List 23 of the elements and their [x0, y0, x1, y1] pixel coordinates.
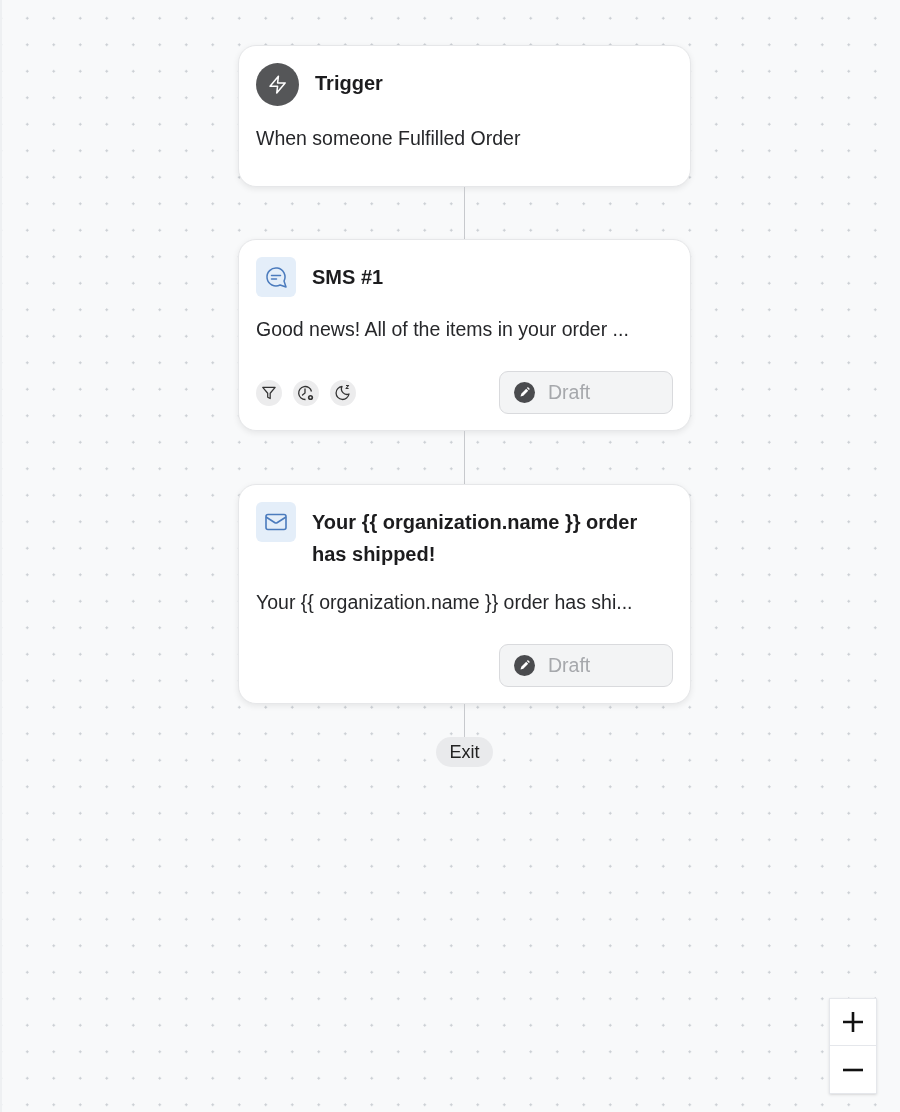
funnel-icon [256, 379, 282, 406]
connector-line [464, 187, 465, 239]
clock-gear-icon [293, 379, 319, 406]
card-description: Good news! All of the items in your order ... [256, 317, 630, 342]
card-title: Trigger [315, 71, 383, 96]
chat-bubble-icon [256, 257, 296, 297]
exit-node: Exit [436, 737, 493, 767]
lightning-icon [256, 63, 299, 106]
zoom-in-button[interactable] [830, 999, 876, 1046]
card-title: SMS #1 [312, 265, 384, 290]
plus-icon [842, 1011, 864, 1033]
minus-icon [842, 1067, 864, 1072]
pencil-icon [514, 655, 535, 676]
card-title: Your {{ organization.name }} order has shipped! [312, 510, 639, 567]
pencil-icon [514, 382, 535, 403]
envelope-icon [256, 502, 296, 542]
moon-icon [330, 379, 356, 406]
connector-line [464, 704, 465, 737]
card-description: Your {{ organization.name }} order has shi... [256, 590, 634, 615]
status-button[interactable]: Draft [499, 371, 673, 414]
card-description: When someone Fulfilled Order [256, 126, 522, 151]
status-button[interactable]: Draft [499, 644, 673, 687]
connector-line [464, 431, 465, 484]
